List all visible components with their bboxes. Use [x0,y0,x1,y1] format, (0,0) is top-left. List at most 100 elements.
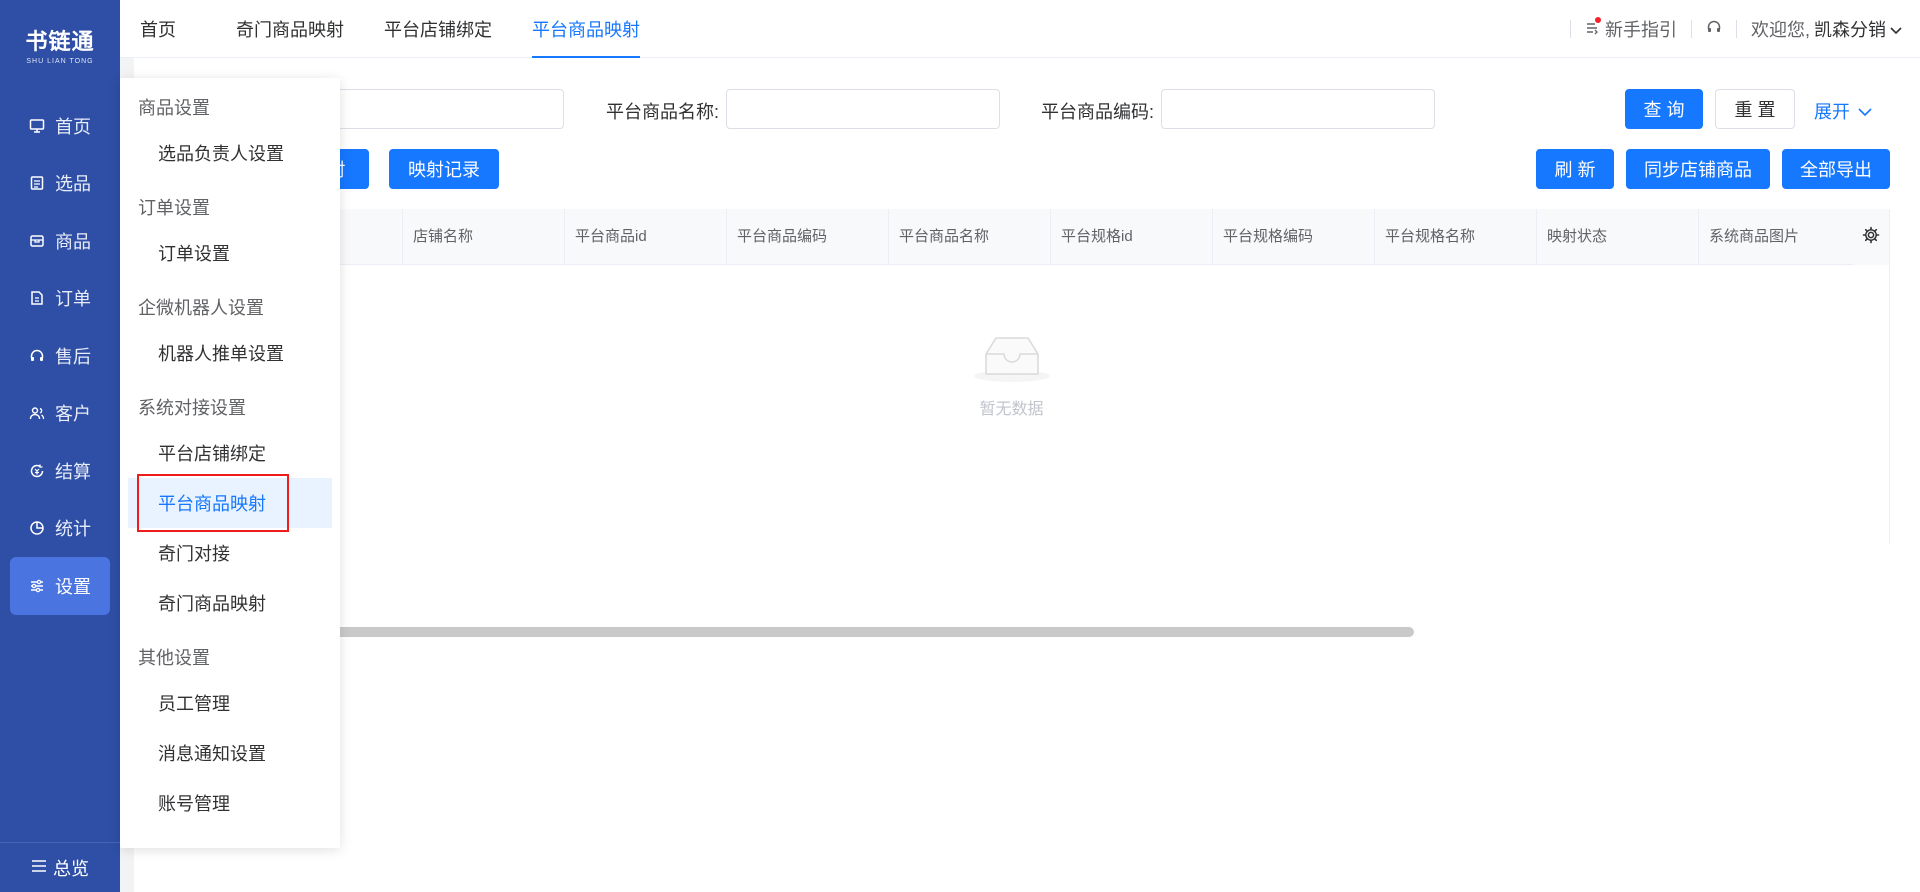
menu-item-label: 选品负责人设置 [158,144,284,164]
menu-item-label: 平台店铺绑定 [158,444,266,464]
logo-text: 书链通 [25,28,95,54]
product-code-label: 平台商品编码: [1041,102,1155,122]
sidebar-item-customers[interactable]: 客户 [0,385,120,443]
menu-item-notification-settings[interactable]: 消息通知设置 [128,728,332,778]
headset-icon[interactable] [1706,19,1722,40]
menu-item-selection-owner[interactable]: 选品负责人设置 [128,128,332,178]
column-settings-button[interactable] [1853,209,1889,265]
column-header: 平台商品id [564,209,726,265]
sidebar-item-orders[interactable]: 订单 [0,270,120,328]
headset-icon [29,348,45,364]
menu-item-label: 奇门商品映射 [158,594,266,614]
expand-toggle[interactable]: 展开 [1814,98,1872,124]
column-header: 平台规格id [1050,209,1212,265]
box-icon [29,233,45,249]
settings-menu: 商品设置 选品负责人设置 订单设置 订单设置 企微机器人设置 机器人推单设置 系… [120,78,340,848]
sidebar-item-label: 订单 [55,289,91,310]
menu-item-platform-goods-mapping[interactable]: 平台商品映射 [128,474,332,532]
menu-group-title: 系统对接设置 [138,398,246,418]
product-code-input[interactable] [1161,89,1435,129]
menu-group-title: 商品设置 [138,98,210,118]
menu-item-label: 奇门对接 [158,544,230,564]
user-menu[interactable]: 欢迎您, 凯森分销 [1751,16,1902,42]
top-nav-bar: 首页 奇门商品映射 平台店铺绑定 平台商品映射 新手指引 欢迎您, 凯森分销 [120,0,1920,58]
sidebar-item-label: 售后 [55,346,91,367]
query-button[interactable]: 查 询 [1625,89,1703,129]
sidebar: 书链通 SHU LIAN TONG 首页 选品 商品 订单 售后 客户 结算 统… [0,0,129,892]
sidebar-item-settings[interactable]: 设置 [10,557,129,615]
menu-item-account-management[interactable]: 账号管理 [128,778,332,828]
mapping-table: 店铺名称 平台商品id 平台商品编码 平台商品名称 平台规格id 平台规格编码 … [134,209,1890,637]
product-name-input[interactable] [726,89,1000,129]
sidebar-item-label: 统计 [55,519,91,540]
column-header: 平台规格编码 [1212,209,1374,265]
mapping-record-button[interactable]: 映射记录 [389,149,499,189]
sidebar-item-goods[interactable]: 商品 [0,212,120,270]
sidebar-item-aftersale[interactable]: 售后 [0,327,120,385]
sidebar-item-label: 选品 [55,174,91,195]
sidebar-item-label: 首页 [55,116,91,137]
empty-box-icon [972,332,1052,389]
menu-item-label: 机器人推单设置 [158,344,284,364]
empty-text: 暂无数据 [979,400,1044,418]
table-header: 店铺名称 平台商品id 平台商品编码 平台商品名称 平台规格id 平台规格编码 … [134,209,1889,265]
sliders-icon [29,578,45,594]
tab-qimen-goods-mapping[interactable]: 奇门商品映射 [216,0,364,58]
column-header: 系统商品图片 [1698,209,1858,265]
sidebar-item-selection[interactable]: 选品 [0,155,120,213]
monitor-icon [29,118,45,134]
export-all-button[interactable]: 全部导出 [1782,149,1890,189]
sidebar-item-settlement[interactable]: 结算 [0,442,120,500]
menu-item-label: 员工管理 [158,694,230,714]
menu-item-qimen-goods-mapping[interactable]: 奇门商品映射 [128,578,332,628]
menu-item-label: 订单设置 [158,244,230,264]
chevron-down-icon [1858,101,1872,122]
chevron-down-icon [1890,19,1902,40]
gear-icon [1862,226,1880,249]
logo[interactable]: 书链通 SHU LIAN TONG [0,0,120,88]
tab-platform-shop-binding[interactable]: 平台店铺绑定 [364,0,512,58]
guide-link[interactable]: 新手指引 [1585,16,1677,42]
main-content: 平台商品名称: 平台商品编码: 查 询 重 置 展开 射 映射记录 刷 新 同步… [134,58,1920,892]
column-header: 店铺名称 [402,209,564,265]
overview-label: 总览 [53,858,89,879]
sidebar-item-label: 设置 [55,576,91,597]
divider [1569,20,1571,38]
empty-state: 暂无数据 [134,265,1889,485]
reset-button[interactable]: 重 置 [1715,89,1795,129]
highlight-box [137,474,289,532]
tab-platform-goods-mapping[interactable]: 平台商品映射 [512,0,660,58]
overview-button[interactable]: 总览 [0,842,120,892]
menu-group-title: 其他设置 [138,648,210,668]
clipboard-icon [29,175,45,191]
menu-group-title: 企微机器人设置 [138,298,264,318]
divider [1735,20,1737,38]
guide-label: 新手指引 [1604,20,1677,40]
sidebar-item-label: 结算 [55,461,91,482]
sync-shop-goods-button[interactable]: 同步店铺商品 [1626,149,1770,189]
menu-item-platform-shop-binding[interactable]: 平台店铺绑定 [128,428,332,478]
product-name-label: 平台商品名称: [606,102,720,122]
menu-item-qimen-integration[interactable]: 奇门对接 [128,528,332,578]
menu-item-robot-push[interactable]: 机器人推单设置 [128,328,332,378]
user-name: 凯森分销 [1814,20,1886,40]
sidebar-item-statistics[interactable]: 统计 [0,500,120,558]
sidebar-item-home[interactable]: 首页 [0,97,120,155]
order-icon [29,290,45,306]
column-header: 平台商品名称 [888,209,1050,265]
column-header: 平台商品编码 [726,209,888,265]
logo-subtext: SHU LIAN TONG [26,57,94,65]
refresh-button[interactable]: 刷 新 [1536,149,1614,189]
tab-home[interactable]: 首页 [120,0,216,58]
guide-icon [1585,16,1601,40]
sidebar-item-label: 商品 [55,231,91,252]
column-header: 映射状态 [1536,209,1698,265]
column-header: 平台规格名称 [1374,209,1536,265]
sidebar-nav: 首页 选品 商品 订单 售后 客户 结算 统计 设置 [0,97,129,615]
menu-item-order-settings[interactable]: 订单设置 [128,228,332,278]
menu-item-staff-management[interactable]: 员工管理 [128,678,332,728]
users-icon [29,405,45,421]
notification-dot [1594,16,1601,23]
welcome-label: 欢迎您, [1750,20,1810,40]
top-right-actions: 新手指引 欢迎您, 凯森分销 [1556,0,1902,58]
